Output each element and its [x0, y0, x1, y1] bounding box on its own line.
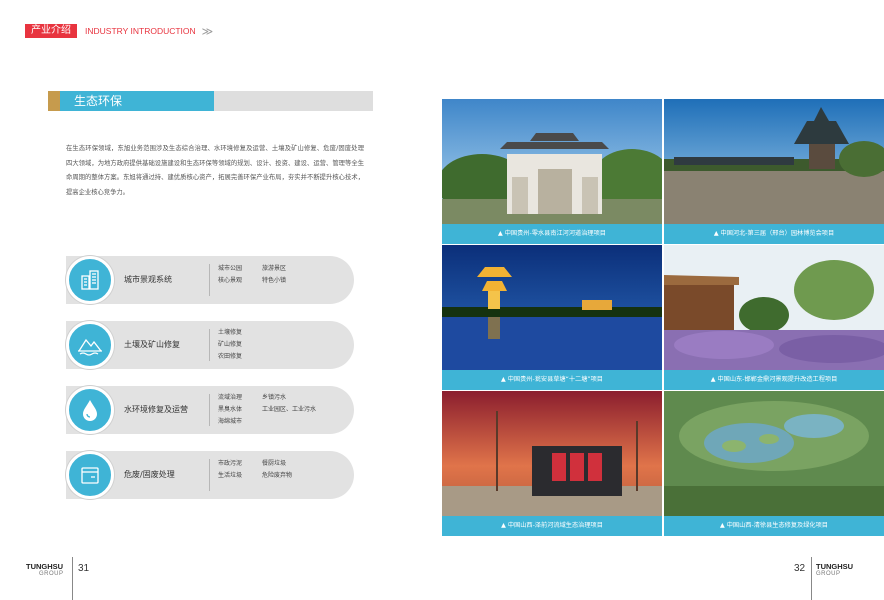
water-drop-icon [66, 386, 114, 434]
header-english-title: INDUSTRY INTRODUCTION [85, 26, 196, 36]
section-accent [48, 91, 60, 111]
category-item: 工业园区、工业污水 [262, 406, 317, 413]
category-item: 市政污泥 [218, 460, 243, 467]
header-badge: 产业介绍 [25, 24, 77, 38]
category-card-waste: 危废/固废处理 市政污泥 餐厨垃圾 生活垃圾 危险废弃物 [66, 451, 354, 499]
category-card-city: 城市景观系统 城市公园 旅游景区 核心景观 特色小镇 [66, 256, 354, 304]
memorial-archway-image [442, 99, 662, 224]
photo-caption: ▲ 中国贵州-瓮安县草塘“十二塘”项目 [442, 370, 662, 390]
city-buildings-icon [66, 256, 114, 304]
category-item: 生活垃圾 [218, 472, 243, 479]
night-pagoda-lake-image [442, 245, 662, 370]
intro-paragraph: 在生态环保领域，东旭业务范围涉及生态综合治理、水环境修复及运营、土壤及矿山修复、… [66, 145, 364, 196]
page-number-left: 31 [78, 563, 90, 574]
page-number-right: 32 [794, 563, 806, 574]
category-item: 黑臭水体 [218, 406, 243, 413]
category-item: 特色小镇 [262, 277, 287, 284]
project-photo-grid: ▲ 中国贵州-零水县南江河河道治理项目 ▲ 中国河北-第三届（邢台）园林博览会项… [442, 99, 884, 536]
category-item: 流域治理 [218, 394, 243, 401]
category-items: 流域治理 乡镇污水 黑臭水体 工业园区、工业污水 海绵城市 [218, 392, 348, 428]
divider [209, 394, 210, 426]
double-chevron-icon: ≫ [201, 24, 214, 38]
photo-caption: ▲ 中国贵州-零水县南江河河道治理项目 [442, 224, 662, 244]
photo-caption: ▲ 中国河北-第三届（邢台）园林博览会项目 [664, 224, 884, 244]
garden-pavilion-image [664, 99, 884, 224]
project-photo: ▲ 中国山西-清徐县生态修复及绿化项目 [664, 391, 884, 536]
project-photo: ▲ 中国河北-第三届（邢台）园林博览会项目 [664, 99, 884, 244]
section-title-bar: 生态环保 [48, 91, 373, 111]
category-item: 危险废弃物 [262, 472, 293, 479]
divider [209, 264, 210, 296]
footer-rule-right [811, 557, 812, 600]
footer-brand-right: TUNGHSU [816, 562, 854, 571]
category-items: 城市公园 旅游景区 核心景观 特色小镇 [218, 263, 348, 287]
wetland-park-aerial-image [664, 391, 884, 516]
mountain-icon [66, 321, 114, 369]
footer-group-left: GROUP [39, 571, 64, 577]
category-title: 土壤及矿山修复 [124, 340, 180, 349]
project-photo: ▲ 中国贵州-零水县南江河河道治理项目 [442, 99, 662, 244]
divider [209, 329, 210, 361]
category-item: 旅游景区 [262, 265, 287, 272]
category-item: 土壤修复 [218, 329, 243, 336]
project-photo: ▲ 中国贵州-瓮安县草塘“十二塘”项目 [442, 245, 662, 390]
section-title: 生态环保 [60, 91, 214, 111]
sunset-sign-image [442, 391, 662, 516]
category-item: 乡镇污水 [262, 394, 287, 401]
category-item: 餐厨垃圾 [262, 460, 287, 467]
category-items: 市政污泥 餐厨垃圾 生活垃圾 危险废弃物 [218, 458, 348, 482]
category-card-water: 水环境修复及运营 流域治理 乡镇污水 黑臭水体 工业园区、工业污水 海绵城市 [66, 386, 354, 434]
photo-caption: ▲ 中国山西-清徐县生态修复及绿化项目 [664, 516, 884, 536]
photo-caption: ▲ 中国山东-邯郸金鼎河景观提升改造工程项目 [664, 370, 884, 390]
flower-garden-image [664, 245, 884, 370]
category-title: 水环境修复及运营 [124, 405, 188, 414]
photo-caption: ▲ 中国山西-泽前河流域生态治理项目 [442, 516, 662, 536]
project-photo: ▲ 中国山东-邯郸金鼎河景观提升改造工程项目 [664, 245, 884, 390]
category-item: 农田修复 [218, 353, 243, 360]
category-title: 危废/固废处理 [124, 470, 175, 479]
category-item: 核心景观 [218, 277, 243, 284]
footer-group-right: GROUP [816, 571, 841, 577]
footer-rule-left [72, 557, 73, 600]
category-item: 海绵城市 [218, 418, 243, 425]
footer-brand-left: TUNGHSU [26, 562, 64, 571]
category-item: 城市公园 [218, 265, 243, 272]
category-item: 矿山修复 [218, 341, 243, 348]
page-header: 产业介绍 INDUSTRY INTRODUCTION ≫ [25, 24, 213, 38]
category-card-soil: 土壤及矿山修复 土壤修复 矿山修复 农田修复 [66, 321, 354, 369]
waste-bin-icon [66, 451, 114, 499]
category-title: 城市景观系统 [124, 275, 172, 284]
project-photo: ▲ 中国山西-泽前河流域生态治理项目 [442, 391, 662, 536]
divider [209, 459, 210, 491]
category-items: 土壤修复 矿山修复 农田修复 [218, 327, 348, 363]
